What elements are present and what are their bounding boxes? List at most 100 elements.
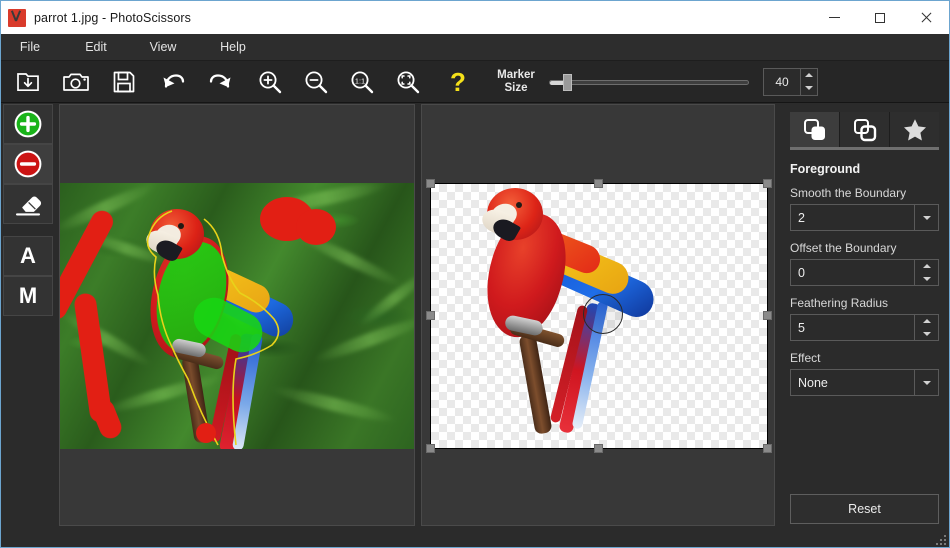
menu-view[interactable]: View <box>139 36 187 58</box>
menu-help[interactable]: Help <box>209 36 257 58</box>
eraser-icon <box>12 189 44 219</box>
feathering-radius-value[interactable]: 5 <box>790 314 915 341</box>
offset-the-boundary-stepper[interactable]: 0 <box>790 259 939 286</box>
layers-outline-icon <box>852 117 878 143</box>
marker-size-stepper[interactable]: 40 <box>763 68 818 96</box>
undo-button[interactable] <box>155 63 193 101</box>
help-button[interactable]: ? <box>439 63 477 101</box>
chevron-up-icon <box>923 264 931 268</box>
chevron-down-icon <box>923 277 931 281</box>
auto-mode-label: A <box>20 243 36 269</box>
title-bar: parrot 1.jpg - PhotoScissors <box>1 1 949 34</box>
tab-background[interactable] <box>840 112 890 147</box>
result-image-panel[interactable] <box>421 104 775 526</box>
marker-size-label-line2: Size <box>491 82 541 95</box>
chevron-up-icon <box>923 319 931 323</box>
zoom-actual-button[interactable]: 1:1 <box>343 63 381 101</box>
tool-sidebar: A M <box>3 104 55 529</box>
capture-button[interactable] <box>57 63 95 101</box>
chevron-up-icon <box>805 73 813 77</box>
resize-handle-n[interactable] <box>594 179 603 188</box>
resize-handle-ne[interactable] <box>763 179 772 188</box>
auto-mode-button[interactable]: A <box>3 236 53 276</box>
zoom-out-button[interactable] <box>297 63 335 101</box>
menu-bar: File Edit View Help <box>1 34 949 61</box>
redo-arrow-icon <box>207 70 233 94</box>
minimize-icon <box>829 17 840 18</box>
marker-size-increment[interactable] <box>801 69 817 82</box>
zoom-in-button[interactable] <box>251 63 289 101</box>
offset-the-boundary-increment[interactable] <box>915 260 938 273</box>
canvas-area <box>55 104 780 529</box>
slider-thumb[interactable] <box>563 74 572 91</box>
window-controls <box>811 1 949 34</box>
resize-grip[interactable] <box>934 533 946 545</box>
layers-filled-icon <box>802 117 828 143</box>
close-button[interactable] <box>903 1 949 34</box>
chevron-down-icon <box>923 216 931 220</box>
settings-panel: Foreground Smooth the Boundary 2 Offset … <box>780 104 949 529</box>
effect-label: Effect <box>790 351 939 365</box>
manual-mode-button[interactable]: M <box>3 276 53 316</box>
magnifier-1to1-icon: 1:1 <box>349 69 375 95</box>
feathering-radius-increment[interactable] <box>915 315 938 328</box>
tab-effects[interactable] <box>890 112 939 147</box>
foreground-marker-tool[interactable] <box>3 104 53 144</box>
parrot-eye <box>178 223 184 229</box>
chevron-down-icon <box>805 86 813 90</box>
marker-size-label: Marker Size <box>491 69 541 95</box>
source-image[interactable] <box>60 183 414 449</box>
resize-handle-w[interactable] <box>426 311 435 320</box>
minus-circle-icon <box>13 149 43 179</box>
offset-the-boundary-decrement[interactable] <box>915 273 938 286</box>
smooth-the-boundary-toggle[interactable] <box>915 204 939 231</box>
svg-text:1:1: 1:1 <box>355 76 365 85</box>
feathering-radius-stepper[interactable]: 5 <box>790 314 939 341</box>
resize-handle-sw[interactable] <box>426 444 435 453</box>
source-image-panel[interactable] <box>59 104 415 526</box>
eraser-tool[interactable] <box>3 184 53 224</box>
marker-size-group: Marker Size 40 <box>491 68 818 96</box>
minimize-button[interactable] <box>811 1 857 34</box>
resize-handle-se[interactable] <box>763 444 772 453</box>
menu-file[interactable]: File <box>7 36 53 58</box>
offset-the-boundary-value[interactable]: 0 <box>790 259 915 286</box>
feathering-radius-decrement[interactable] <box>915 328 938 341</box>
smooth-the-boundary-dropdown[interactable]: 2 <box>790 204 939 231</box>
offset-the-boundary-label: Offset the Boundary <box>790 241 939 255</box>
tab-cutout[interactable] <box>790 112 840 147</box>
redo-button[interactable] <box>201 63 239 101</box>
main-toolbar: 1:1 ? Marker Size 40 <box>1 61 949 103</box>
feathering-radius-label: Feathering Radius <box>790 296 939 310</box>
magnifier-fit-icon <box>395 69 421 95</box>
slider-track <box>549 80 749 85</box>
zoom-fit-button[interactable] <box>389 63 427 101</box>
effect-dropdown[interactable]: None <box>790 369 939 396</box>
settings-tabs <box>790 112 939 150</box>
reset-button[interactable]: Reset <box>790 494 939 524</box>
marker-size-value[interactable]: 40 <box>763 68 801 96</box>
close-icon <box>920 12 932 24</box>
marker-size-decrement[interactable] <box>801 82 817 95</box>
effect-toggle[interactable] <box>915 369 939 396</box>
plus-circle-icon <box>13 109 43 139</box>
background-marker-tool[interactable] <box>3 144 53 184</box>
resize-handle-s[interactable] <box>594 444 603 453</box>
resize-handle-e[interactable] <box>763 311 772 320</box>
scissors-icon <box>8 9 26 27</box>
menu-edit[interactable]: Edit <box>73 36 119 58</box>
marker-size-arrows <box>801 68 818 96</box>
maximize-button[interactable] <box>857 1 903 34</box>
magnifier-plus-icon <box>257 69 283 95</box>
offset-the-boundary-arrows <box>915 259 939 286</box>
open-image-button[interactable] <box>9 63 47 101</box>
transparency-checkerboard[interactable] <box>430 183 768 449</box>
marker-size-slider[interactable] <box>549 73 749 91</box>
smooth-the-boundary-value[interactable]: 2 <box>790 204 915 231</box>
save-button[interactable] <box>105 63 143 101</box>
resize-handle-nw[interactable] <box>426 179 435 188</box>
result-eye <box>516 202 522 208</box>
result-branch <box>518 333 552 434</box>
status-bar <box>1 531 949 547</box>
effect-value[interactable]: None <box>790 369 915 396</box>
